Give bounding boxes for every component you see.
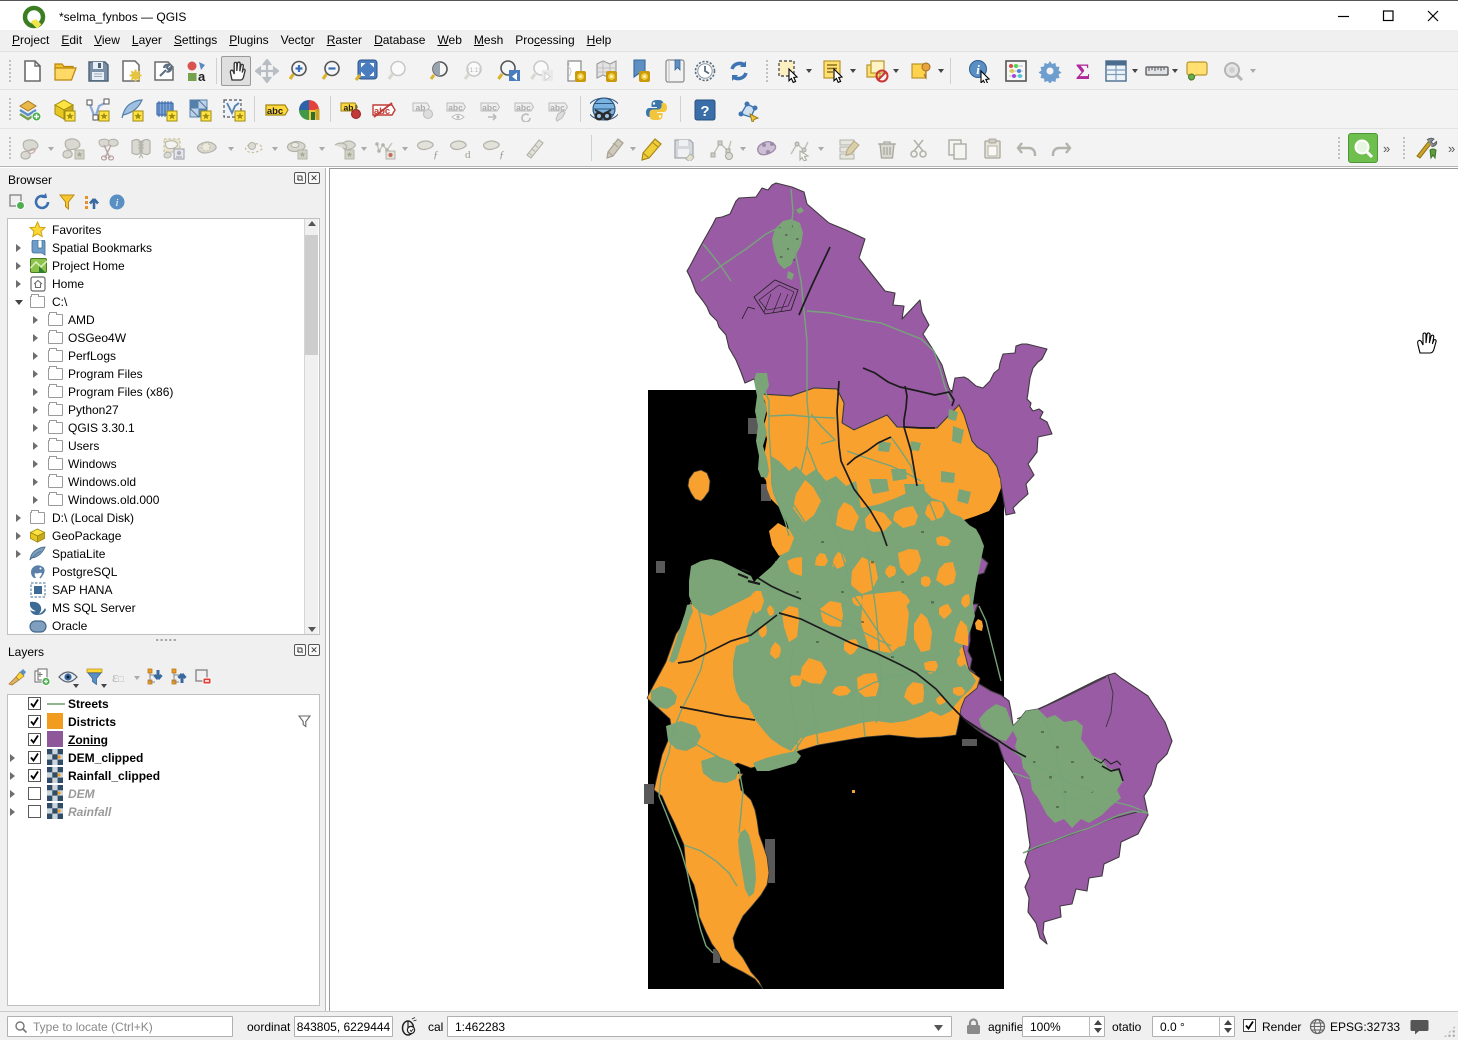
svg-text:abc: abc — [516, 103, 531, 113]
svg-text:?: ? — [700, 103, 709, 120]
svg-text:ƒ: ƒ — [499, 149, 505, 161]
svg-text:ab: ab — [344, 103, 354, 113]
svg-text:ab: ab — [416, 103, 426, 113]
svg-text:abc: abc — [267, 106, 283, 117]
svg-text:i: i — [976, 62, 980, 77]
svg-text:abc: abc — [482, 103, 497, 113]
svg-text:(1:1): (1:1) — [467, 67, 480, 74]
svg-text:i: i — [115, 197, 118, 209]
svg-text:Σ: Σ — [1076, 59, 1090, 83]
svg-text:ƒ: ƒ — [433, 149, 439, 161]
svg-text:d: d — [465, 149, 471, 161]
svg-text:a: a — [198, 69, 206, 83]
svg-text:abc: abc — [448, 103, 463, 113]
